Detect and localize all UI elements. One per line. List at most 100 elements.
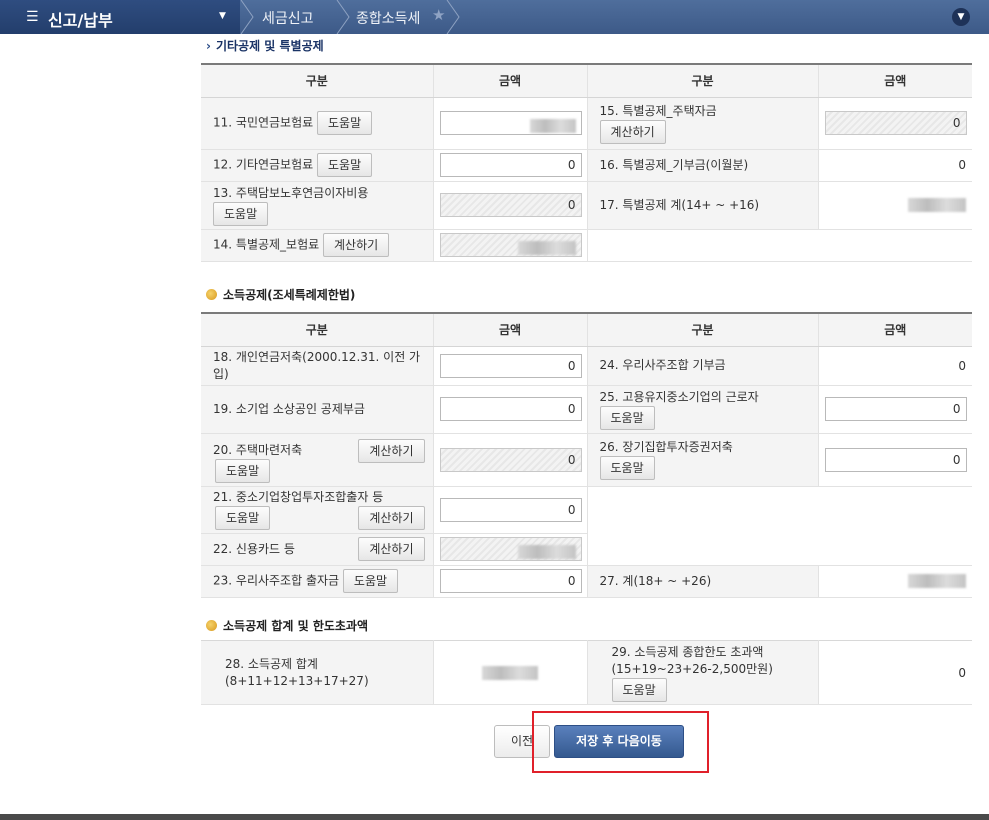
breadcrumb-separator-icon	[336, 0, 350, 34]
small-business-mutual-aid-input[interactable]: 0	[439, 397, 582, 421]
section-title-text: 소득공제(조세특례제한법)	[223, 288, 356, 302]
table-row: 18. 개인연금저축(2000.12.31. 이전 가입) 0 24. 우리사주…	[201, 346, 972, 386]
row-23-label: 23. 우리사주조합 출자금 도움말	[201, 565, 434, 598]
table-row: 13. 주택담보노후연금이자비용 도움말 0 17. 특별공제 계(14+ ~ +…	[201, 181, 972, 230]
row-13-label: 13. 주택담보노후연금이자비용 도움말	[201, 181, 434, 230]
personal-pension-input[interactable]: 0	[439, 353, 582, 378]
section-title-special-tax-act: 소득공제(조세특례제한법)	[206, 286, 355, 303]
col-header-category: 구분	[587, 312, 819, 347]
label-text: 13. 주택담보노후연금이자비용	[213, 185, 369, 200]
row-16-value: 0	[818, 149, 972, 182]
row-26-value: 0	[818, 433, 972, 487]
calculate-button[interactable]: 계산하기	[358, 438, 425, 463]
row-25-value: 0	[818, 385, 972, 434]
row-23-value: 0	[433, 565, 588, 598]
col-header-category: 구분	[201, 312, 434, 347]
footer-bar	[0, 814, 989, 820]
row-21-value: 0	[433, 486, 588, 534]
employee-stock-input[interactable]: 0	[439, 569, 582, 593]
row-21-label-wrap: 21. 중소기업창업투자조합출자 등 도움말 계산하기	[213, 489, 427, 531]
special-tax-deduction-table: 구분 금액 구분 금액 18. 개인연금저축(2000.12.31. 이전 가입…	[201, 312, 972, 598]
breadcrumb-separator-icon	[446, 0, 460, 34]
row-24-label: 24. 우리사주조합 기부금	[587, 346, 819, 386]
row-22-label: 22. 신용카드 등 계산하기	[201, 533, 434, 566]
label-text: 21. 중소기업창업투자조합출자 등	[213, 489, 384, 504]
col-header-amount: 금액	[818, 63, 972, 98]
row-29-value: 0	[818, 640, 972, 705]
main-menu[interactable]: ☰ 신고/납부 ▼	[0, 0, 240, 34]
row-25-label: 25. 고용유지중소기업의 근로자 도움말	[587, 385, 819, 434]
row-27-label: 27. 계(18+ ~ +26)	[587, 565, 819, 598]
credit-card-field	[439, 537, 582, 561]
circle-chevron-down-icon[interactable]: ▼	[952, 8, 970, 26]
menu-title: 신고/납부	[48, 11, 113, 30]
row-15-value: 0	[818, 97, 972, 150]
empty-cell	[587, 486, 972, 566]
help-button[interactable]: 도움말	[215, 458, 271, 483]
row-19-label: 19. 소기업 소상공인 공제부금	[201, 385, 434, 434]
help-button[interactable]: 도움말	[599, 456, 655, 480]
table-row: 19. 소기업 소상공인 공제부금 0 25. 고용유지중소기업의 근로자 도움말…	[201, 385, 972, 434]
masked-value	[908, 198, 966, 213]
row-22-value	[433, 533, 588, 566]
row-20-value: 0	[433, 433, 588, 487]
help-button[interactable]: 도움말	[317, 153, 373, 177]
chevron-down-icon[interactable]: ▼	[219, 11, 226, 21]
help-button[interactable]: 도움말	[342, 569, 399, 593]
table-row: 23. 우리사주조합 출자금 도움말 0 27. 계(18+ ~ +26)	[201, 565, 972, 598]
help-button[interactable]: 도움말	[215, 505, 271, 530]
calculate-button[interactable]: 계산하기	[358, 505, 425, 530]
masked-value	[517, 240, 576, 255]
breadcrumb-income-tax[interactable]: 종합소득세	[356, 8, 420, 28]
row-16-label: 16. 특별공제_기부금(이월분)	[587, 149, 819, 182]
calculate-button[interactable]: 계산하기	[323, 233, 390, 257]
row-18-label: 18. 개인연금저축(2000.12.31. 이전 가입)	[201, 346, 434, 386]
top-navigation-bar: ☰ 신고/납부 ▼ 세금신고 종합소득세 ★ ▼	[0, 0, 989, 34]
row-11-value	[433, 97, 588, 150]
help-button[interactable]: 도움말	[317, 111, 373, 135]
row-14-label: 14. 특별공제_보험료 계산하기	[201, 229, 434, 262]
long-term-fund-input[interactable]: 0	[824, 447, 967, 472]
row-17-value	[818, 181, 972, 230]
bullet-icon	[206, 620, 217, 631]
col-header-category: 구분	[201, 63, 434, 98]
col-header-category: 구분	[587, 63, 819, 98]
menu-icon[interactable]: ☰	[26, 9, 39, 25]
section-title-total: 소득공제 합계 및 한도초과액	[206, 617, 368, 634]
section-title-text: 기타공제 및 특별공제	[215, 39, 324, 53]
label-text: 11. 국민연금보험료	[213, 115, 314, 130]
row-29-label: 29. 소득공제 종합한도 초과액(15+19~23+26-2,500만원) 도움…	[587, 640, 819, 705]
row-18-value: 0	[433, 346, 588, 386]
masked-value	[908, 574, 966, 589]
label-text: 25. 고용유지중소기업의 근로자	[599, 389, 759, 404]
help-button[interactable]: 도움말	[213, 201, 269, 226]
row-21-label: 21. 중소기업창업투자조합출자 등 도움말 계산하기	[201, 486, 434, 534]
breadcrumb-tax-report[interactable]: 세금신고	[262, 8, 314, 28]
help-button[interactable]: 도움말	[611, 677, 667, 702]
breadcrumb-separator-icon	[240, 0, 254, 34]
row-28-value	[433, 640, 588, 705]
calculate-button[interactable]: 계산하기	[599, 119, 666, 144]
employment-retention-input[interactable]: 0	[824, 397, 967, 421]
label-text: 12. 기타연금보험료	[213, 157, 314, 172]
calculate-button[interactable]: 계산하기	[358, 537, 425, 561]
housing-fund-field: 0	[824, 111, 967, 135]
row-22-label-wrap: 22. 신용카드 등 계산하기	[213, 536, 427, 562]
startup-investment-input[interactable]: 0	[439, 497, 582, 522]
row-20-label: 20. 주택마련저축 계산하기 도움말	[201, 433, 434, 487]
label-text: 15. 특별공제_주택자금	[599, 103, 717, 118]
table-row: 20. 주택마련저축 계산하기 도움말 0 26. 장기집합투자증권저축 도움말 …	[201, 433, 972, 487]
chevron-right-icon: ›	[206, 39, 211, 53]
help-button[interactable]: 도움말	[599, 405, 655, 430]
row-27-value	[818, 565, 972, 598]
row-26-label: 26. 장기집합투자증권저축 도움말	[587, 433, 819, 487]
national-pension-input[interactable]	[439, 111, 582, 135]
table-row: 12. 기타연금보험료 도움말 0 16. 특별공제_기부금(이월분) 0	[201, 149, 972, 182]
label-text: 23. 우리사주조합 출자금	[213, 573, 340, 588]
other-pension-input[interactable]: 0	[439, 153, 582, 177]
col-header-amount: 금액	[433, 312, 588, 347]
label-text: 20. 주택마련저축	[213, 442, 303, 457]
row-20-label-wrap: 20. 주택마련저축 계산하기 도움말	[213, 437, 427, 483]
mortgage-pension-interest-field: 0	[439, 193, 582, 217]
star-icon[interactable]: ★	[432, 6, 445, 24]
